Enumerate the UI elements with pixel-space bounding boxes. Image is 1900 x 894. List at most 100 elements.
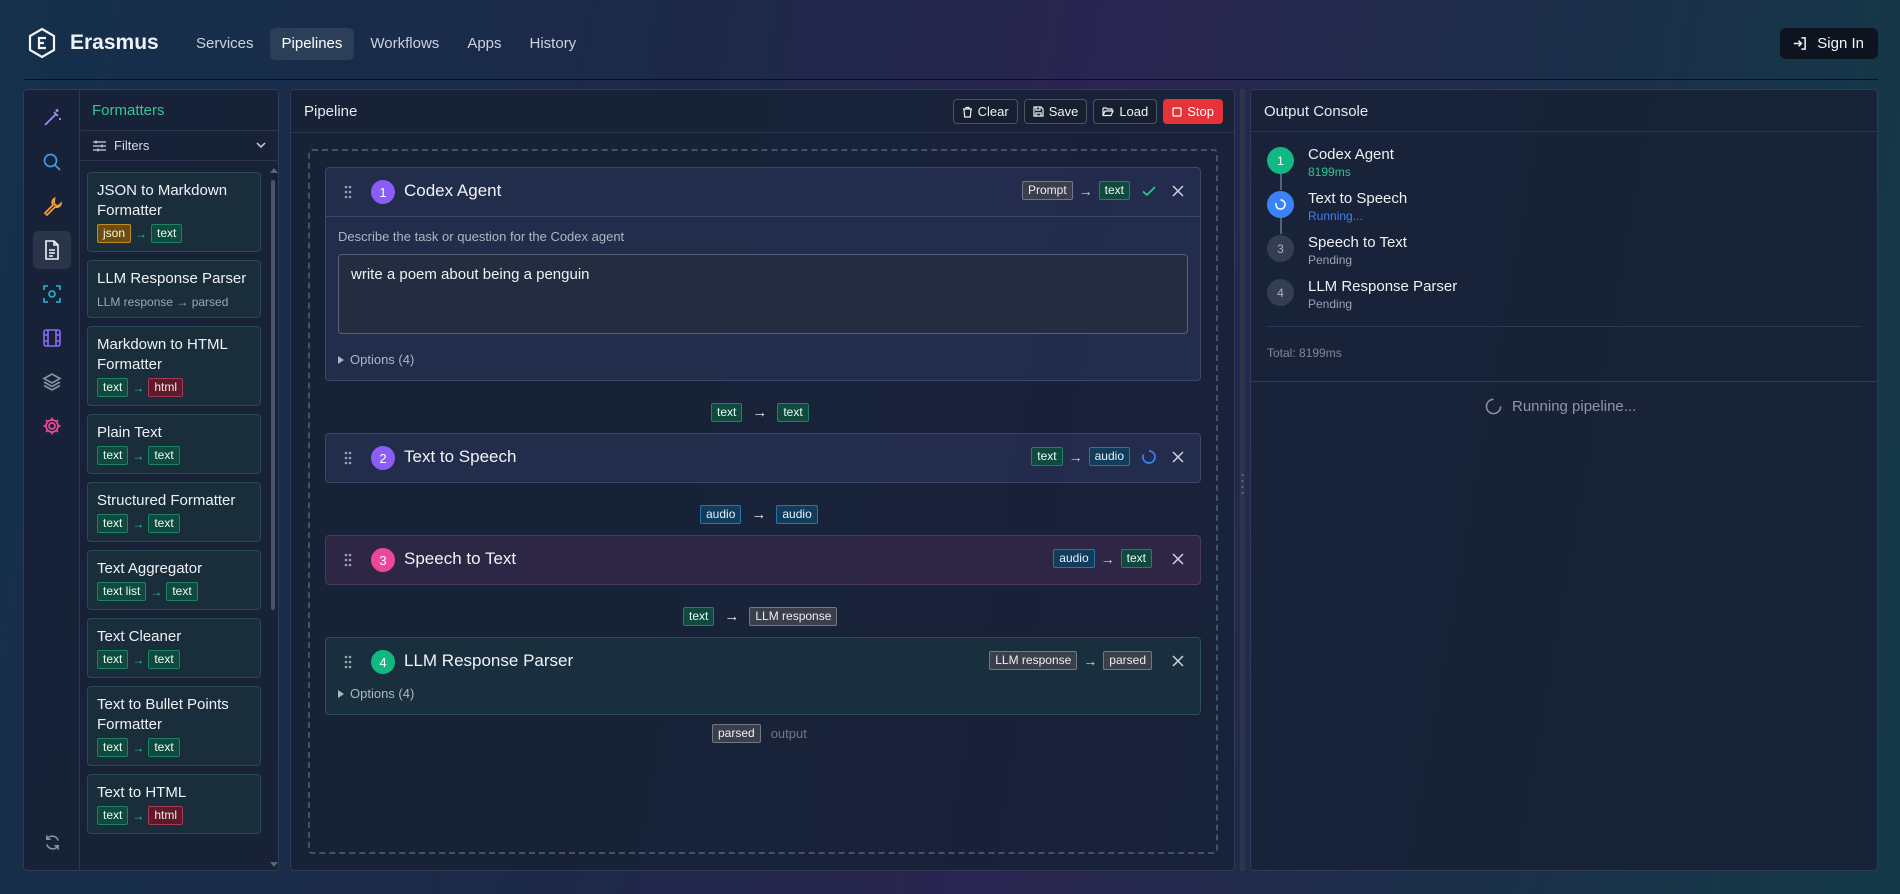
erasmus-logo-icon[interactable]: [28, 27, 56, 59]
connector-to-tag: audio: [776, 505, 818, 524]
close-icon[interactable]: [1172, 552, 1184, 565]
stop-button[interactable]: Stop: [1163, 99, 1223, 124]
drag-handle-icon[interactable]: [344, 655, 352, 669]
formatter-llm-response-parser[interactable]: LLM Response Parser LLM response → parse…: [87, 260, 261, 318]
main-nav: Services Pipelines Workflows Apps Histor…: [184, 28, 588, 60]
formatter-name: Text Aggregator: [97, 560, 203, 577]
formatter-name: Markdown to HTML Formatter: [97, 336, 228, 373]
formatter-structured[interactable]: Structured Formatter text → text: [87, 482, 261, 542]
output-type-tag: text: [1120, 549, 1152, 568]
scroll-up-icon[interactable]: [270, 167, 278, 173]
nav-workflows[interactable]: Workflows: [358, 28, 451, 60]
step-number-badge: 4: [371, 650, 395, 674]
timeline-connector: [1280, 218, 1282, 234]
spinner-icon: [1142, 449, 1156, 464]
drag-handle-icon[interactable]: [344, 185, 352, 199]
arrow-right-icon: →: [132, 516, 145, 531]
rail-film[interactable]: [33, 319, 71, 357]
formatter-name: Text to HTML: [97, 784, 187, 801]
timeline-dot: 4: [1267, 279, 1294, 306]
drag-handle-icon[interactable]: [344, 451, 352, 465]
brand-name[interactable]: Erasmus: [70, 31, 159, 55]
arrow-right-icon: →: [132, 808, 145, 823]
input-type-tag: json: [97, 224, 132, 243]
timeline-step-status: Pending: [1308, 253, 1353, 267]
stop-label: Stop: [1187, 104, 1214, 119]
drag-handle-icon[interactable]: [344, 553, 352, 567]
arrow-right-icon: →: [1068, 448, 1083, 465]
formatter-name: Plain Text: [97, 424, 162, 441]
folder-open-icon: [1102, 107, 1115, 117]
formatter-markdown-to-html[interactable]: Markdown to HTML Formatter text → html: [87, 326, 261, 406]
arrow-right-icon: →: [1078, 182, 1093, 199]
input-type-tag: text: [97, 650, 129, 669]
refresh-icon: [45, 834, 59, 850]
rail-search[interactable]: [33, 143, 71, 181]
formatter-json-to-markdown[interactable]: JSON to Markdown Formatter json → text: [87, 172, 261, 252]
arrow-right-icon: →: [132, 448, 145, 463]
step-header: 2 Text to Speech text → audio: [326, 434, 1200, 482]
pipeline-step-4[interactable]: 4 LLM Response Parser LLM response → par…: [325, 637, 1201, 715]
sign-in-button[interactable]: Sign In: [1780, 28, 1878, 59]
connector-3-4: text → LLM response: [683, 607, 838, 626]
wrench-icon: [43, 196, 62, 216]
rail-document[interactable]: [33, 231, 71, 269]
options-label: Options (4): [350, 686, 415, 701]
caret-right-icon: [338, 355, 344, 364]
arrow-right-icon: →: [752, 404, 768, 421]
rail-wrench[interactable]: [33, 187, 71, 225]
final-output: parsed output: [712, 724, 807, 743]
step-number-badge: 3: [371, 548, 395, 572]
step-name: Text to Speech: [404, 447, 517, 466]
formatter-text-to-html[interactable]: Text to HTML text → html: [87, 774, 261, 834]
output-type-tag: html: [148, 806, 184, 825]
input-type-tag: text: [97, 738, 129, 757]
nav-apps[interactable]: Apps: [455, 28, 513, 60]
formatter-text-aggregator[interactable]: Text Aggregator text list → text: [87, 550, 261, 610]
pipeline-step-1[interactable]: 1 Codex Agent Prompt → text Describe the…: [325, 167, 1201, 381]
formatter-text-to-bullet-points[interactable]: Text to Bullet Points Formatter text → tex…: [87, 686, 261, 766]
connector-1-2: text → text: [711, 403, 809, 422]
prompt-textarea[interactable]: write a poem about being a penguin: [338, 254, 1188, 334]
pipeline-step-2[interactable]: 2 Text to Speech text → audio: [325, 433, 1201, 483]
pipeline-step-3[interactable]: 3 Speech to Text audio → text: [325, 535, 1201, 585]
timeline-step-name: Text to Speech: [1308, 190, 1408, 207]
save-button[interactable]: Save: [1023, 99, 1088, 124]
filters-toggle[interactable]: Filters: [81, 130, 279, 161]
pipeline-actions: Clear Save Load Stop: [952, 99, 1223, 124]
nav-history[interactable]: History: [518, 28, 589, 60]
rail-refresh[interactable]: [33, 823, 71, 861]
step-number-badge: 1: [371, 180, 395, 204]
formatter-plain-text[interactable]: Plain Text text → text: [87, 414, 261, 474]
arrow-right-icon: →: [132, 380, 145, 395]
rail-gear[interactable]: [33, 407, 71, 445]
formatter-text-cleaner[interactable]: Text Cleaner text → text: [87, 618, 261, 678]
options-toggle[interactable]: Options (4): [338, 352, 1188, 367]
close-icon[interactable]: [1172, 654, 1184, 667]
formatter-io: text → html: [97, 378, 251, 397]
gear-icon: [43, 417, 61, 435]
clear-button[interactable]: Clear: [952, 99, 1018, 124]
loader-icon: [1485, 398, 1502, 415]
rail-scan[interactable]: [33, 275, 71, 313]
sidebar-panel: Formatters Filters JSON to Markdown Form…: [23, 89, 279, 871]
rail-layers[interactable]: [33, 363, 71, 401]
output-type-tag: text: [1098, 181, 1130, 200]
close-icon[interactable]: [1172, 450, 1184, 463]
input-type-tag: text: [1031, 447, 1063, 466]
formatter-io: text → text: [97, 650, 251, 669]
nav-services[interactable]: Services: [184, 28, 266, 60]
step-header: 4 LLM Response Parser LLM response → par…: [326, 638, 1200, 686]
output-type-tag: audio: [1088, 447, 1130, 466]
rail-magic-wand[interactable]: [33, 99, 71, 137]
scroll-down-icon[interactable]: [270, 862, 278, 868]
output-type-tag: text: [148, 738, 180, 757]
close-icon[interactable]: [1172, 184, 1184, 197]
formatters-scrollbar[interactable]: [271, 180, 275, 610]
nav-pipelines[interactable]: Pipelines: [269, 28, 355, 60]
timeline-dot: 3: [1267, 235, 1294, 262]
options-toggle[interactable]: Options (4): [338, 686, 1200, 701]
formatter-io: text list → text: [97, 582, 251, 601]
total-time: Total: 8199ms: [1267, 346, 1342, 360]
load-button[interactable]: Load: [1093, 99, 1158, 124]
